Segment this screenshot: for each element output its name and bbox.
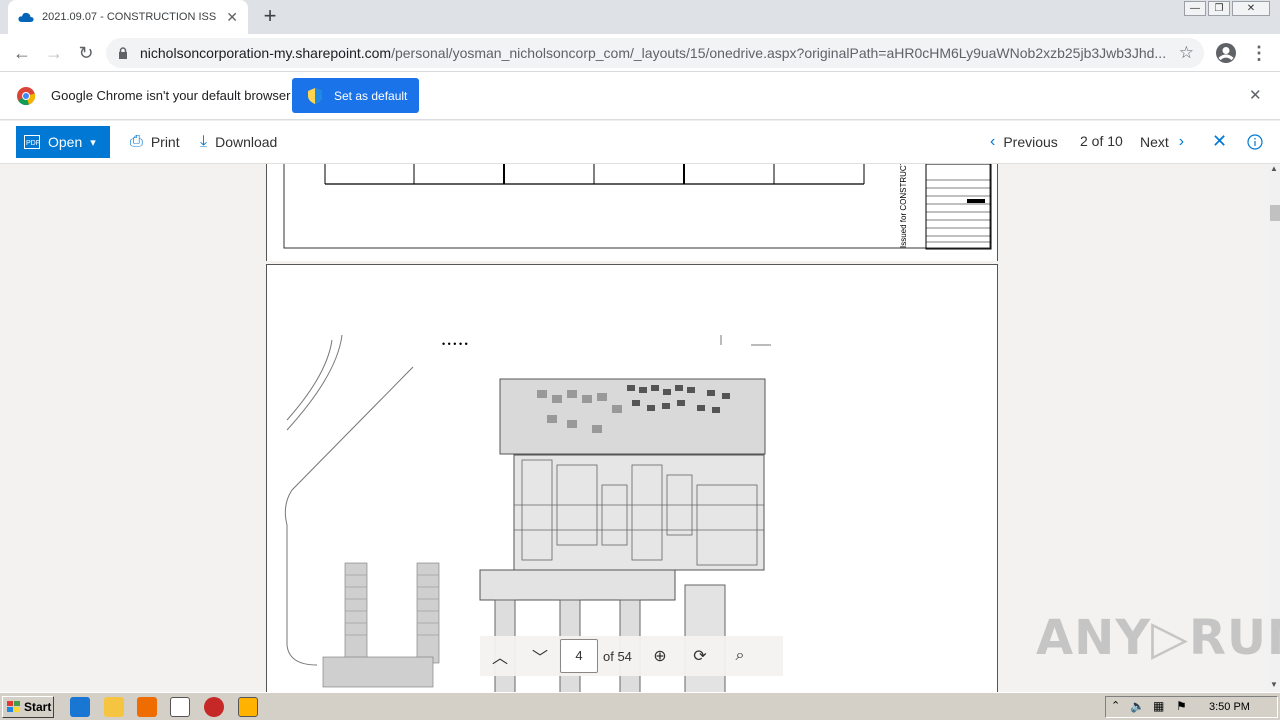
browser-toolbar: ← → ↻ nicholsoncorporation-my.sharepoint… [0, 34, 1280, 72]
issued-for-construction-stamp: Issued for CONSTRUCTION [899, 164, 908, 248]
pdf-file-icon: PDF [24, 135, 40, 149]
drawing-sheet-border [283, 164, 992, 250]
infobar-message: Google Chrome isn't your default browser [51, 88, 291, 103]
download-icon: ⤓ [200, 133, 208, 150]
info-icon[interactable] [1247, 134, 1263, 150]
chevron-left-icon: ‹ [990, 133, 996, 150]
app-taskbar-icon[interactable] [238, 697, 258, 717]
bookmark-star-icon[interactable]: ☆ [1179, 43, 1194, 63]
profile-avatar-icon[interactable] [1215, 42, 1237, 64]
page-number-input[interactable]: 4 [560, 639, 598, 673]
lock-icon [119, 47, 127, 59]
volume-icon[interactable]: 🔈 [1130, 699, 1145, 713]
floor-plan-drawing [284, 334, 771, 692]
url-text: nicholsoncorporation-my.sharepoint.com/p… [140, 45, 1170, 61]
back-arrow-icon[interactable]: ← [10, 41, 34, 65]
pdf-page-previous: Issued for CONSTRUCTION [266, 164, 998, 261]
close-window-button[interactable]: ✕ [1232, 1, 1270, 16]
previous-label: Previous [1003, 134, 1058, 150]
browser-tab[interactable]: 2021.09.07 - CONSTRUCTION ISSUI ✕ [8, 0, 248, 34]
pdf-page-controls: ︿ ﹀ 4 of 54 ⊕ ⟳ ⌕ [480, 636, 783, 676]
windows-logo-icon [7, 701, 20, 712]
printer-icon: ⎙ [130, 133, 143, 150]
open-button[interactable]: PDF Open ▾ [16, 126, 110, 158]
start-label: Start [24, 700, 52, 714]
pdf-page-current: • • • • • [266, 264, 998, 692]
zoom-in-icon[interactable]: ⊕ [640, 646, 680, 666]
print-label: Print [150, 134, 180, 150]
tab-close-icon[interactable]: ✕ [226, 9, 238, 26]
next-label: Next [1140, 134, 1169, 150]
next-button[interactable]: Next › [1140, 133, 1184, 151]
previous-button[interactable]: ‹ Previous [990, 133, 1058, 151]
tab-strip: 2021.09.07 - CONSTRUCTION ISSUI ✕ + — ❐ … [0, 0, 1280, 34]
opera-icon[interactable] [204, 697, 224, 717]
scroll-down-arrow-icon[interactable]: ▼ [1270, 680, 1278, 689]
chrome-menu-icon[interactable]: ⋮ [1247, 41, 1271, 65]
previous-page-chevron-up-icon[interactable]: ︿ [480, 644, 520, 668]
open-label: Open [48, 134, 83, 150]
tab-title: 2021.09.07 - CONSTRUCTION ISSUI [42, 11, 217, 23]
download-label: Download [215, 134, 278, 150]
set-as-default-button[interactable]: Set as default [292, 78, 419, 113]
internet-explorer-icon[interactable] [70, 697, 90, 717]
chevron-right-icon: › [1178, 133, 1185, 150]
anyrun-watermark: ANY▷RUN [1036, 610, 1280, 666]
search-icon[interactable]: ⌕ [720, 647, 760, 665]
chrome-taskbar-icon[interactable] [170, 697, 190, 717]
windows-taskbar: Start ⌃ 🔈 ▦ ⚑ 3:50 PM [0, 692, 1280, 720]
maximize-button[interactable]: ❐ [1208, 1, 1230, 16]
forward-arrow-icon[interactable]: → [42, 41, 66, 65]
reload-icon[interactable]: ↻ [74, 41, 98, 65]
shield-icon [308, 87, 322, 104]
close-viewer-icon[interactable]: ✕ [1212, 131, 1227, 152]
svg-text:PDF: PDF [26, 140, 40, 147]
onedrive-cloud-icon [18, 12, 34, 22]
new-tab-button[interactable]: + [258, 4, 282, 28]
start-button[interactable]: Start [2, 696, 54, 718]
flag-icon[interactable]: ⚑ [1176, 699, 1187, 713]
chevron-down-icon: ▾ [90, 136, 96, 149]
system-tray: ⌃ 🔈 ▦ ⚑ 3:50 PM [1105, 696, 1278, 718]
total-pages: of 54 [603, 648, 632, 664]
print-button[interactable]: ⎙ Print [130, 133, 180, 151]
network-icon[interactable]: ▦ [1153, 699, 1164, 713]
onedrive-command-bar: PDF Open ▾ ⎙ Print ⤓ Download ‹ Previous… [0, 121, 1280, 164]
address-bar[interactable]: nicholsoncorporation-my.sharepoint.com/p… [106, 38, 1204, 68]
rotate-icon[interactable]: ⟳ [680, 646, 720, 666]
plan-dots: • • • • • [442, 339, 468, 349]
file-position: 2 of 10 [1080, 133, 1123, 149]
tray-expand-icon[interactable]: ⌃ [1111, 699, 1120, 712]
scroll-up-arrow-icon[interactable]: ▲ [1270, 164, 1278, 173]
chrome-logo-icon [17, 87, 35, 105]
scrollbar-thumb[interactable] [1270, 205, 1280, 221]
folder-icon[interactable] [104, 697, 124, 717]
media-player-icon[interactable] [137, 697, 157, 717]
set-as-default-label: Set as default [334, 88, 408, 103]
infobar-close-icon[interactable]: ✕ [1249, 86, 1262, 104]
download-button[interactable]: ⤓ Download [200, 133, 277, 151]
url-path: /personal/yosman_nicholsoncorp_com/_layo… [391, 45, 1167, 61]
url-domain: nicholsoncorporation-my.sharepoint.com [140, 45, 392, 61]
default-browser-infobar: Google Chrome isn't your default browser… [0, 72, 1280, 120]
clock: 3:50 PM [1209, 701, 1250, 713]
next-page-chevron-down-icon[interactable]: ﹀ [520, 644, 560, 668]
minimize-button[interactable]: — [1184, 1, 1206, 16]
